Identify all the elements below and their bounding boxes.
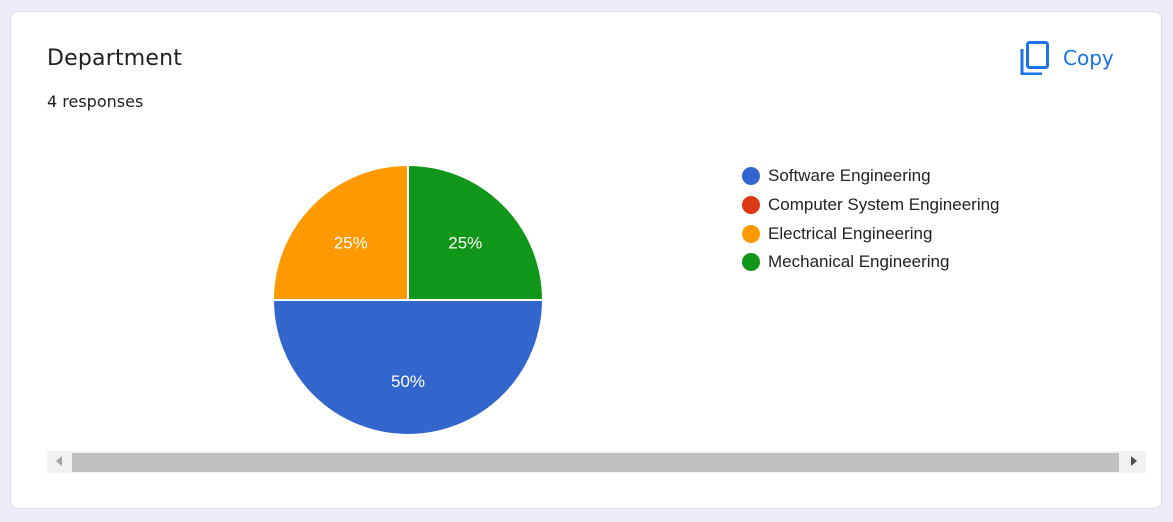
pie-label-electrical-engineering: 25% bbox=[334, 234, 368, 253]
pie-slice-software-engineering[interactable] bbox=[271, 299, 545, 436]
pie-label-mechanical-engineering: 25% bbox=[448, 234, 482, 253]
legend-item-electrical-engineering[interactable]: Electrical Engineering bbox=[742, 219, 1000, 248]
arrow-left-icon bbox=[55, 453, 63, 471]
legend-label: Software Engineering bbox=[768, 166, 931, 186]
legend-label: Computer System Engineering bbox=[768, 195, 1000, 215]
horizontal-scrollbar[interactable] bbox=[47, 451, 1146, 473]
scroll-right-button[interactable] bbox=[1122, 451, 1146, 473]
legend-swatch bbox=[742, 224, 760, 243]
pie-slice-mechanical-engineering[interactable] bbox=[407, 163, 545, 301]
pie-slice-electrical-engineering[interactable] bbox=[271, 163, 409, 301]
legend-swatch bbox=[742, 167, 760, 186]
chart-legend: Software Engineering Computer System Engi… bbox=[742, 162, 1000, 277]
legend-label: Mechanical Engineering bbox=[768, 252, 950, 272]
legend-item-computer-system-engineering[interactable]: Computer System Engineering bbox=[742, 191, 1000, 220]
copy-label: Copy bbox=[1063, 46, 1114, 70]
arrow-right-icon bbox=[1130, 453, 1138, 471]
copy-button[interactable]: Copy bbox=[1019, 38, 1114, 78]
scrollbar-thumb[interactable] bbox=[72, 453, 1119, 472]
legend-item-software-engineering[interactable]: Software Engineering bbox=[742, 162, 1000, 191]
chart-card: Department 4 responses Copy 50% 25% 25% So… bbox=[10, 11, 1162, 509]
copy-icon bbox=[1019, 41, 1049, 75]
response-count: 4 responses bbox=[47, 92, 144, 111]
scroll-left-button[interactable] bbox=[47, 451, 71, 473]
legend-swatch bbox=[742, 253, 760, 272]
legend-label: Electrical Engineering bbox=[768, 223, 933, 243]
legend-swatch bbox=[742, 196, 760, 215]
legend-item-mechanical-engineering[interactable]: Mechanical Engineering bbox=[742, 248, 1000, 277]
question-title: Department bbox=[47, 46, 183, 71]
pie-label-software-engineering: 50% bbox=[391, 372, 425, 391]
